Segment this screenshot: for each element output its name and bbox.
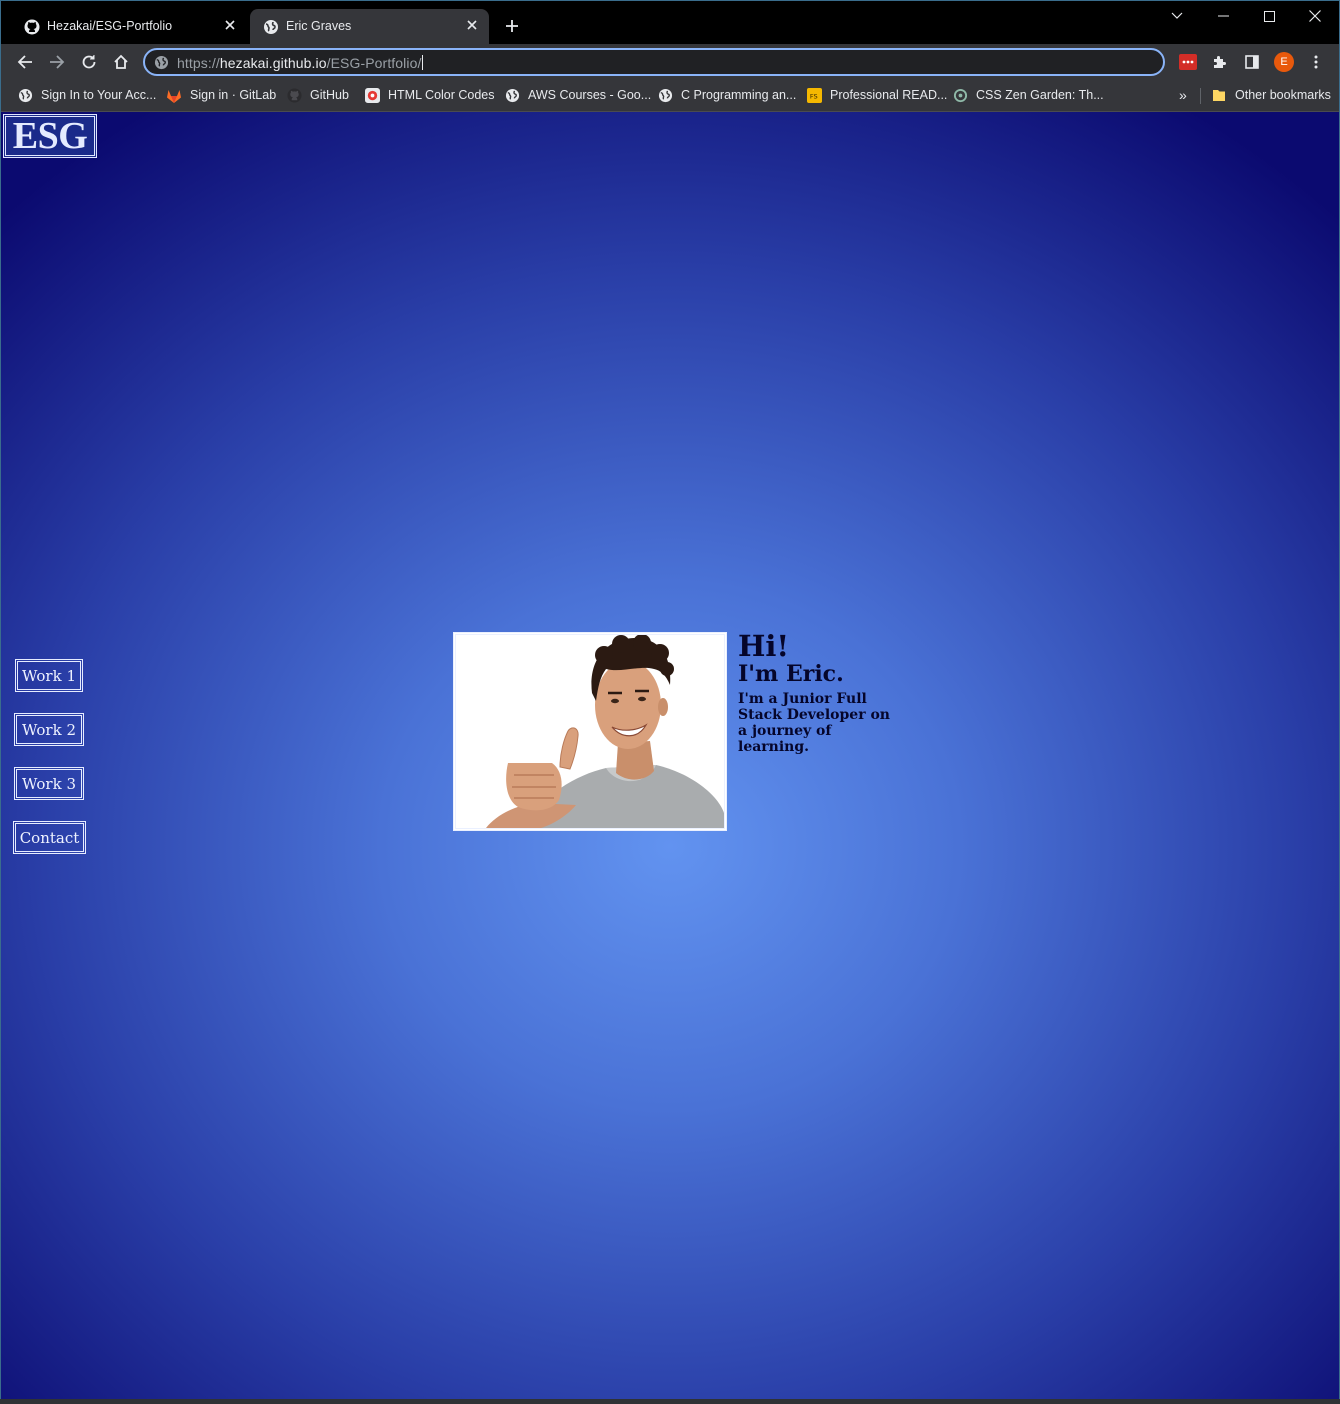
chevron-down-icon	[1171, 12, 1183, 19]
tab-strip: Hezakai/ESG-Portfolio Eric Graves	[1, 1, 1339, 44]
bio-text: I'm a Junior Full Stack Developer on a j…	[738, 691, 890, 755]
github-icon	[286, 87, 302, 103]
globe-icon	[17, 87, 33, 103]
minimize-button[interactable]	[1200, 1, 1246, 31]
close-tab-icon[interactable]	[221, 16, 239, 34]
profile-avatar[interactable]: E	[1274, 52, 1294, 72]
bookmark-item[interactable]: Sign in · GitLab	[166, 86, 276, 104]
url-text: https://hezakai.github.io/ESG-Portfolio/	[177, 55, 424, 71]
kebab-menu-icon[interactable]	[1306, 52, 1326, 72]
bookmarks-bar: Sign In to Your Acc... Sign in · GitLab …	[1, 80, 1339, 112]
nav-link-work-1[interactable]: Work 1	[15, 659, 83, 692]
back-button[interactable]	[11, 48, 39, 76]
tab-search-button[interactable]	[1154, 1, 1200, 31]
bookmarks-separator	[1200, 88, 1201, 104]
close-icon	[1309, 10, 1321, 22]
close-window-button[interactable]	[1292, 1, 1338, 31]
bookmark-item[interactable]: C Programming an...	[657, 86, 796, 104]
other-bookmarks-folder[interactable]: Other bookmarks	[1211, 86, 1331, 104]
forward-button[interactable]	[43, 48, 71, 76]
globe-icon	[504, 87, 520, 103]
browser-window: Hezakai/ESG-Portfolio Eric Graves https:…	[0, 0, 1340, 1404]
side-panel-icon[interactable]	[1242, 52, 1262, 72]
nav-link-work-2[interactable]: Work 2	[14, 713, 84, 746]
reload-icon	[82, 55, 96, 69]
bookmarks-overflow-button[interactable]: »	[1179, 86, 1187, 104]
gitlab-icon	[166, 87, 182, 103]
maximize-icon	[1263, 10, 1275, 22]
nav-link-work-3[interactable]: Work 3	[14, 767, 84, 800]
tab-github-repo[interactable]: Hezakai/ESG-Portfolio	[11, 9, 247, 44]
profile-photo	[453, 632, 727, 831]
globe-icon	[657, 87, 673, 103]
github-icon	[24, 19, 40, 35]
bookmark-item[interactable]: HTML Color Codes	[364, 86, 495, 104]
plus-icon	[506, 20, 518, 32]
home-icon	[114, 54, 128, 69]
bookmark-item[interactable]: CSS Zen Garden: Th...	[952, 86, 1104, 104]
globe-icon	[263, 19, 279, 35]
window-bottom-edge	[0, 1399, 1340, 1404]
extensions-puzzle-icon[interactable]	[1210, 52, 1230, 72]
thumbs-up-portrait	[456, 635, 724, 828]
new-tab-button[interactable]	[501, 15, 523, 37]
tab-title: Hezakai/ESG-Portfolio	[47, 19, 173, 33]
bookmark-item[interactable]: GitHub	[286, 86, 349, 104]
address-bar[interactable]: https://hezakai.github.io/ESG-Portfolio/	[143, 48, 1165, 76]
maximize-button[interactable]	[1246, 1, 1292, 31]
nav-link-contact[interactable]: Contact	[13, 821, 86, 854]
color-codes-icon	[364, 87, 380, 103]
tab-eric-graves[interactable]: Eric Graves	[250, 9, 489, 44]
minimize-icon	[1217, 15, 1229, 17]
folder-icon	[1211, 87, 1227, 103]
page-content: ESG Work 1 Work 2 Work 3 Contact Hi! I'm…	[1, 112, 1339, 1400]
intro-block: Hi! I'm Eric. I'm a Junior Full Stack De…	[738, 631, 898, 755]
svg-text:FS: FS	[809, 92, 817, 100]
close-tab-icon[interactable]	[463, 16, 481, 34]
site-logo[interactable]: ESG	[3, 114, 97, 158]
bookmark-item[interactable]: AWS Courses - Goo...	[504, 86, 651, 104]
lastpass-extension-icon[interactable]	[1178, 52, 1198, 72]
readme-icon: FS	[806, 87, 822, 103]
arrow-right-icon	[50, 55, 65, 69]
greeting-heading: Hi!	[738, 629, 790, 663]
tab-title: Eric Graves	[286, 19, 352, 33]
zen-garden-icon	[952, 87, 968, 103]
home-button[interactable]	[107, 48, 135, 76]
browser-toolbar: https://hezakai.github.io/ESG-Portfolio/…	[1, 44, 1339, 80]
arrow-left-icon	[17, 55, 32, 69]
bookmark-item[interactable]: Sign In to Your Acc...	[17, 86, 156, 104]
bookmark-item[interactable]: FS Professional READ...	[806, 86, 947, 104]
name-heading: I'm Eric.	[738, 661, 844, 687]
reload-button[interactable]	[75, 48, 103, 76]
site-info-icon[interactable]	[154, 55, 169, 70]
